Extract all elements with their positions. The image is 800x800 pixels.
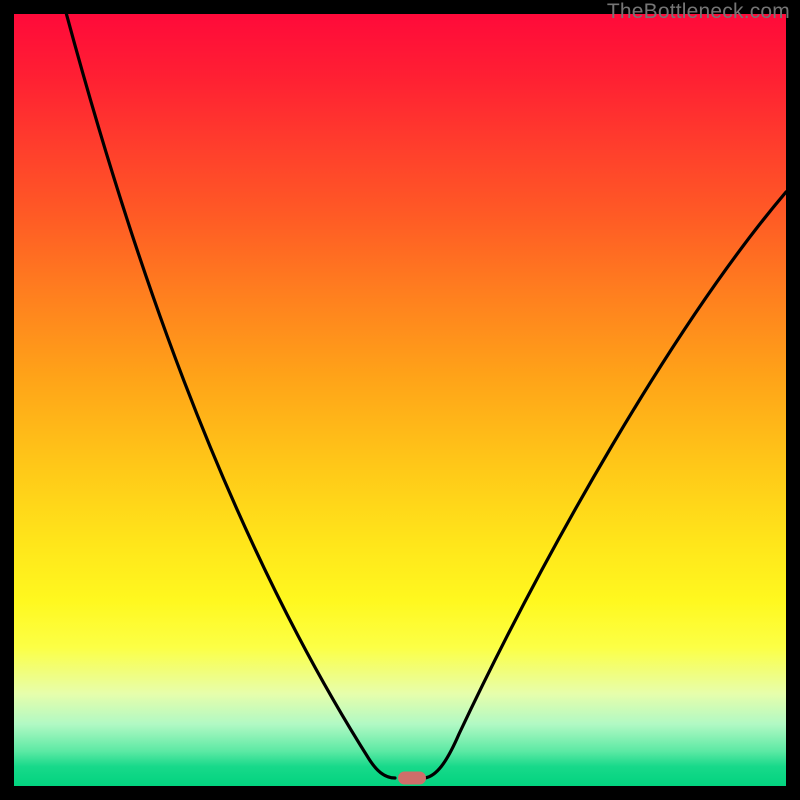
optimal-marker xyxy=(398,772,426,785)
watermark-text: TheBottleneck.com xyxy=(607,0,790,24)
chart-stage: TheBottleneck.com xyxy=(0,0,800,800)
plot-area xyxy=(14,14,786,786)
curve-left-branch xyxy=(14,14,395,778)
curve-right-branch xyxy=(425,192,786,778)
bottleneck-curve xyxy=(14,14,786,786)
